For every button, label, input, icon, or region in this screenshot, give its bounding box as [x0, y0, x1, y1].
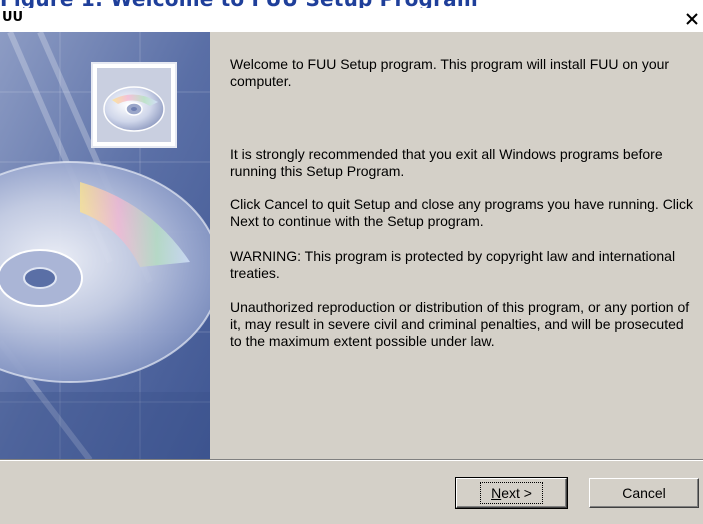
welcome-paragraph: Welcome to FUU Setup program. This progr…	[230, 56, 670, 89]
cancel-button[interactable]: Cancel	[589, 478, 699, 508]
figure-caption-strip: Figure 1: Welcome to FUU Setup Program	[0, 0, 703, 8]
close-icon	[686, 13, 698, 25]
cd-artwork	[0, 32, 210, 460]
cd-icon	[103, 86, 165, 132]
setup-artwork-panel	[0, 32, 210, 460]
cancel-button-label: Cancel	[622, 485, 666, 501]
next-label-rest: ext >	[501, 485, 532, 501]
recommendation-paragraph: It is strongly recommended that you exit…	[230, 146, 663, 179]
title-bar: UU	[0, 8, 703, 32]
footer-separator	[0, 459, 703, 461]
welcome-content: Welcome to FUU Setup program. This progr…	[210, 32, 703, 460]
figure-caption: Figure 1: Welcome to FUU Setup Program	[0, 0, 478, 8]
close-button[interactable]	[683, 10, 701, 28]
instructions-paragraph: Click Cancel to quit Setup and close any…	[230, 196, 694, 229]
next-mnemonic: N	[491, 485, 502, 501]
window-title: UU	[2, 10, 24, 25]
setup-dialog: UU Welcome to FUU Setup program. This pr…	[0, 8, 703, 524]
next-button-label: Next >	[480, 482, 543, 504]
warning-paragraph: WARNING: This program is protected by co…	[230, 248, 676, 281]
next-button[interactable]: Next >	[455, 477, 568, 509]
legal-paragraph: Unauthorized reproduction or distributio…	[230, 299, 690, 349]
